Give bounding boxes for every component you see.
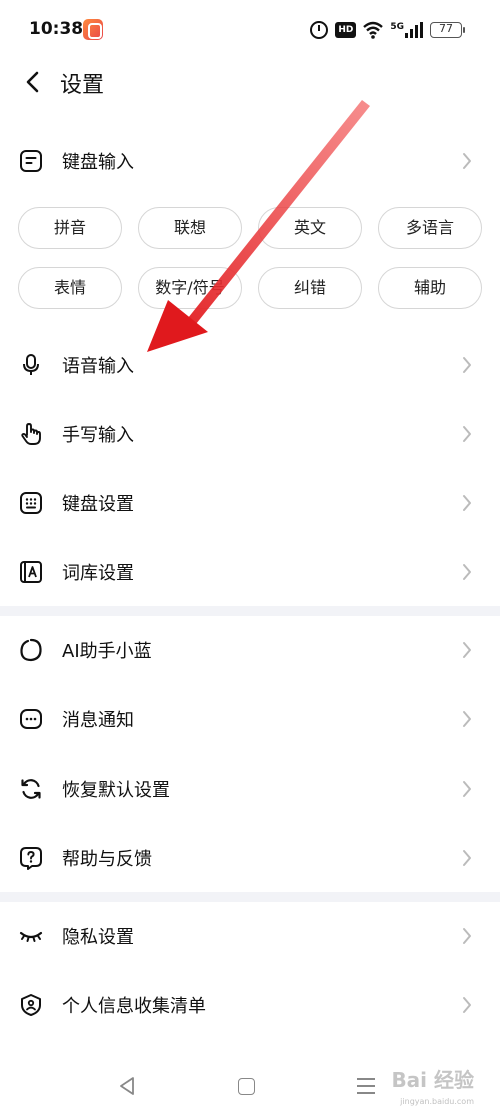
chevron-right-icon xyxy=(463,642,471,658)
section-divider xyxy=(0,606,500,616)
settings-row-label: 恢复默认设置 xyxy=(62,780,170,801)
settings-row-handwriting-input[interactable]: 手写输入 xyxy=(0,401,500,469)
network-type: 5G xyxy=(390,22,404,32)
chip-numbers-symbols[interactable]: 数字/符号 xyxy=(138,267,242,309)
eye-closed-icon xyxy=(19,931,43,942)
settings-row-label: 词库设置 xyxy=(62,563,134,584)
nav-home-icon[interactable] xyxy=(238,1078,255,1095)
chip-assist[interactable]: 辅助 xyxy=(378,267,482,309)
settings-row-voice-input[interactable]: 语音输入 xyxy=(0,332,500,400)
chevron-right-icon xyxy=(463,426,471,442)
hd-icon: HD xyxy=(335,22,357,38)
status-icons: HD 5G 77 xyxy=(310,18,465,42)
ai-assistant-icon xyxy=(20,638,42,662)
nav-recent-apps-icon[interactable] xyxy=(357,1078,375,1095)
battery-level: 77 xyxy=(439,22,453,35)
message-icon xyxy=(20,709,42,729)
settings-row-label: 帮助与反馈 xyxy=(62,849,152,870)
settings-row-label: 键盘设置 xyxy=(62,494,134,515)
settings-row-keyboard-settings[interactable]: 键盘设置 xyxy=(0,470,500,538)
signal-icon: 5G xyxy=(390,22,423,38)
chip-lianxiang[interactable]: 联想 xyxy=(138,207,242,249)
nav-back-icon[interactable] xyxy=(118,1076,136,1096)
settings-row-label: 语音输入 xyxy=(62,356,134,377)
watermark-url: jingyan.baidu.com xyxy=(400,1097,474,1106)
alarm-icon xyxy=(310,21,329,39)
keyboard-icon xyxy=(20,492,42,514)
status-time: 10:38 xyxy=(29,19,84,39)
section-divider xyxy=(0,892,500,902)
chevron-right-icon xyxy=(463,928,471,944)
settings-row-help-feedback[interactable]: 帮助与反馈 xyxy=(0,825,500,893)
wifi-icon xyxy=(363,21,384,39)
status-bar: 10:38 HD 5G 77 xyxy=(0,0,500,58)
settings-row-label: 隐私设置 xyxy=(62,927,134,948)
settings-row-keyboard-input[interactable]: 键盘输入 xyxy=(0,128,500,196)
chevron-right-icon xyxy=(463,850,471,866)
back-icon[interactable] xyxy=(22,70,44,94)
dictionary-icon xyxy=(20,561,42,583)
header: 设置 xyxy=(0,58,500,106)
chevron-right-icon xyxy=(463,357,471,373)
settings-row-notifications[interactable]: 消息通知 xyxy=(0,686,500,754)
settings-row-label: 消息通知 xyxy=(62,710,134,731)
chevron-right-icon xyxy=(463,781,471,797)
chip-emoji[interactable]: 表情 xyxy=(18,267,122,309)
chevron-right-icon xyxy=(463,564,471,580)
page-title: 设置 xyxy=(60,73,105,98)
chip-pinyin[interactable]: 拼音 xyxy=(18,207,122,249)
battery-icon: 77 xyxy=(430,22,465,38)
reset-icon xyxy=(21,779,41,799)
shield-icon xyxy=(21,994,41,1016)
hand-pointer-icon xyxy=(21,423,41,445)
settings-row-label: 手写输入 xyxy=(62,425,134,446)
chevron-right-icon xyxy=(463,153,471,169)
settings-row-ai-assistant[interactable]: AI助手小蓝 xyxy=(0,617,500,685)
chip-multilanguage[interactable]: 多语言 xyxy=(378,207,482,249)
settings-row-personal-info-list[interactable]: 个人信息收集清单 xyxy=(0,972,500,1040)
settings-row-privacy[interactable]: 隐私设置 xyxy=(0,903,500,971)
chip-correction[interactable]: 纠错 xyxy=(258,267,362,309)
settings-row-dictionary-settings[interactable]: 词库设置 xyxy=(0,539,500,607)
help-icon xyxy=(20,847,42,870)
settings-row-label: 个人信息收集清单 xyxy=(62,996,206,1017)
microphone-icon xyxy=(23,354,39,375)
watermark-logo: Bai 经验 xyxy=(391,1068,474,1092)
chip-english[interactable]: 英文 xyxy=(258,207,362,249)
chevron-right-icon xyxy=(463,711,471,727)
keyboard-input-icon xyxy=(20,150,42,172)
settings-row-reset-defaults[interactable]: 恢复默认设置 xyxy=(0,756,500,824)
app-notification-icon xyxy=(83,19,103,40)
chevron-right-icon xyxy=(463,495,471,511)
settings-row-label: 键盘输入 xyxy=(62,152,134,173)
settings-row-label: AI助手小蓝 xyxy=(62,641,152,662)
chevron-right-icon xyxy=(463,997,471,1013)
